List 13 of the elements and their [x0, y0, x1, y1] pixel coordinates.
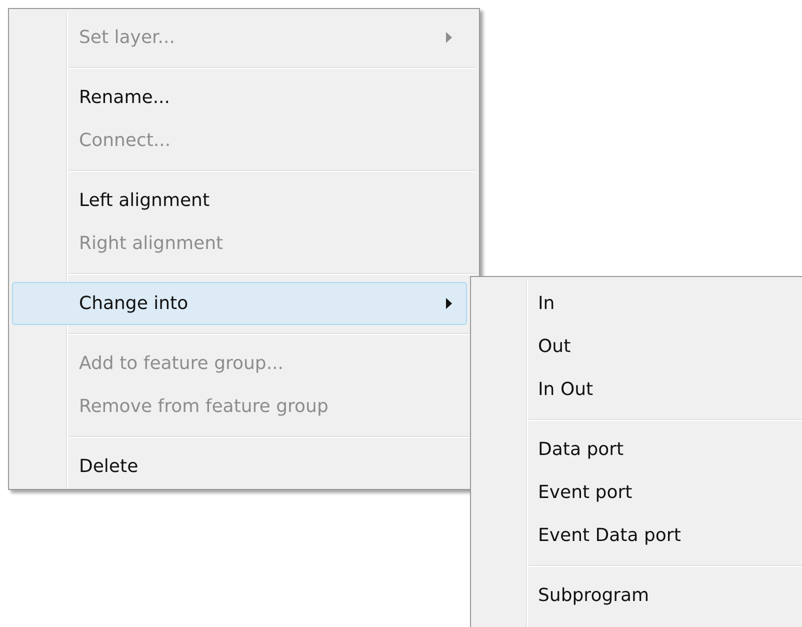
menu-item[interactable]: Event Data port [474, 514, 802, 557]
menu-item[interactable]: In Out [474, 368, 802, 411]
menu-item[interactable]: Delete [12, 445, 467, 488]
submenu-arrow-icon [446, 32, 452, 43]
menu-item[interactable]: Left alignment [12, 179, 467, 222]
menu-item[interactable]: Data port [474, 428, 802, 471]
menu-item[interactable]: Subprogram [474, 574, 802, 617]
menu-item[interactable]: Change into [12, 282, 467, 325]
menu-item[interactable]: Rename... [12, 76, 467, 119]
menu-item[interactable]: Out [474, 325, 802, 368]
menu-item[interactable]: Event port [474, 471, 802, 514]
menu-item[interactable]: In [474, 282, 802, 325]
submenu-arrow-icon [446, 298, 452, 309]
